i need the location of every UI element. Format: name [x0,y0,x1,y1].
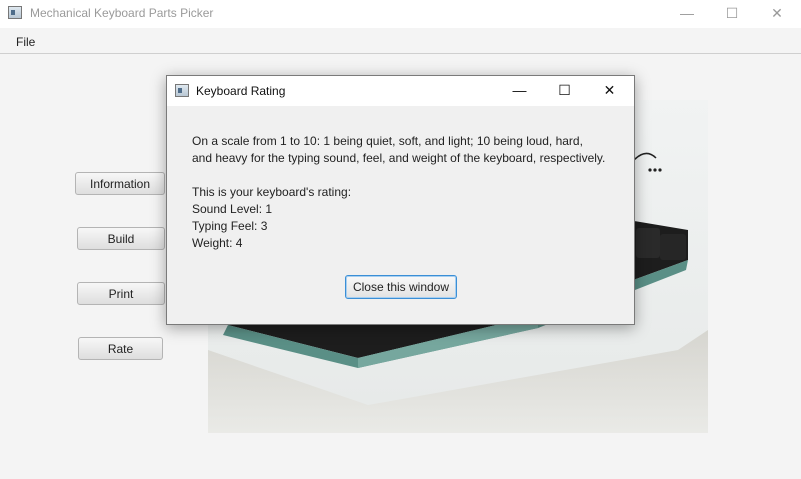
dialog-close-button[interactable]: ✕ [587,76,632,106]
app-window-icon [8,6,22,19]
keyboard-rating-dialog: Keyboard Rating — ☐ ✕ On a scale from 1 … [166,75,635,325]
menu-bar: File [0,28,801,54]
dialog-titlebar: Keyboard Rating — ☐ ✕ [167,76,634,106]
window-title: Mechanical Keyboard Parts Picker [30,6,214,20]
weight-value: Weight: 4 [192,236,243,250]
sound-level-value: Sound Level: 1 [192,202,273,216]
dialog-description-line-2: and heavy for the typing sound, feel, an… [192,151,606,165]
dialog-title: Keyboard Rating [196,84,286,98]
minimize-button[interactable]: — [664,0,710,28]
close-button[interactable]: ✕ [754,0,800,28]
build-button[interactable]: Build [77,227,165,250]
close-window-button[interactable]: Close this window [345,275,457,299]
maximize-button[interactable]: ☐ [709,0,755,28]
dialog-app-icon [175,84,189,97]
rate-button[interactable]: Rate [78,337,163,360]
dialog-description-line-1: On a scale from 1 to 10: 1 being quiet, … [192,134,583,148]
typing-feel-value: Typing Feel: 3 [192,219,268,233]
information-button[interactable]: Information [75,172,165,195]
rating-header: This is your keyboard's rating: [192,185,352,199]
main-titlebar: Mechanical Keyboard Parts Picker — ☐ ✕ [0,0,801,28]
print-button[interactable]: Print [77,282,165,305]
menu-file[interactable]: File [16,35,35,49]
dialog-maximize-button[interactable]: ☐ [542,76,587,106]
dialog-minimize-button[interactable]: — [497,76,542,106]
